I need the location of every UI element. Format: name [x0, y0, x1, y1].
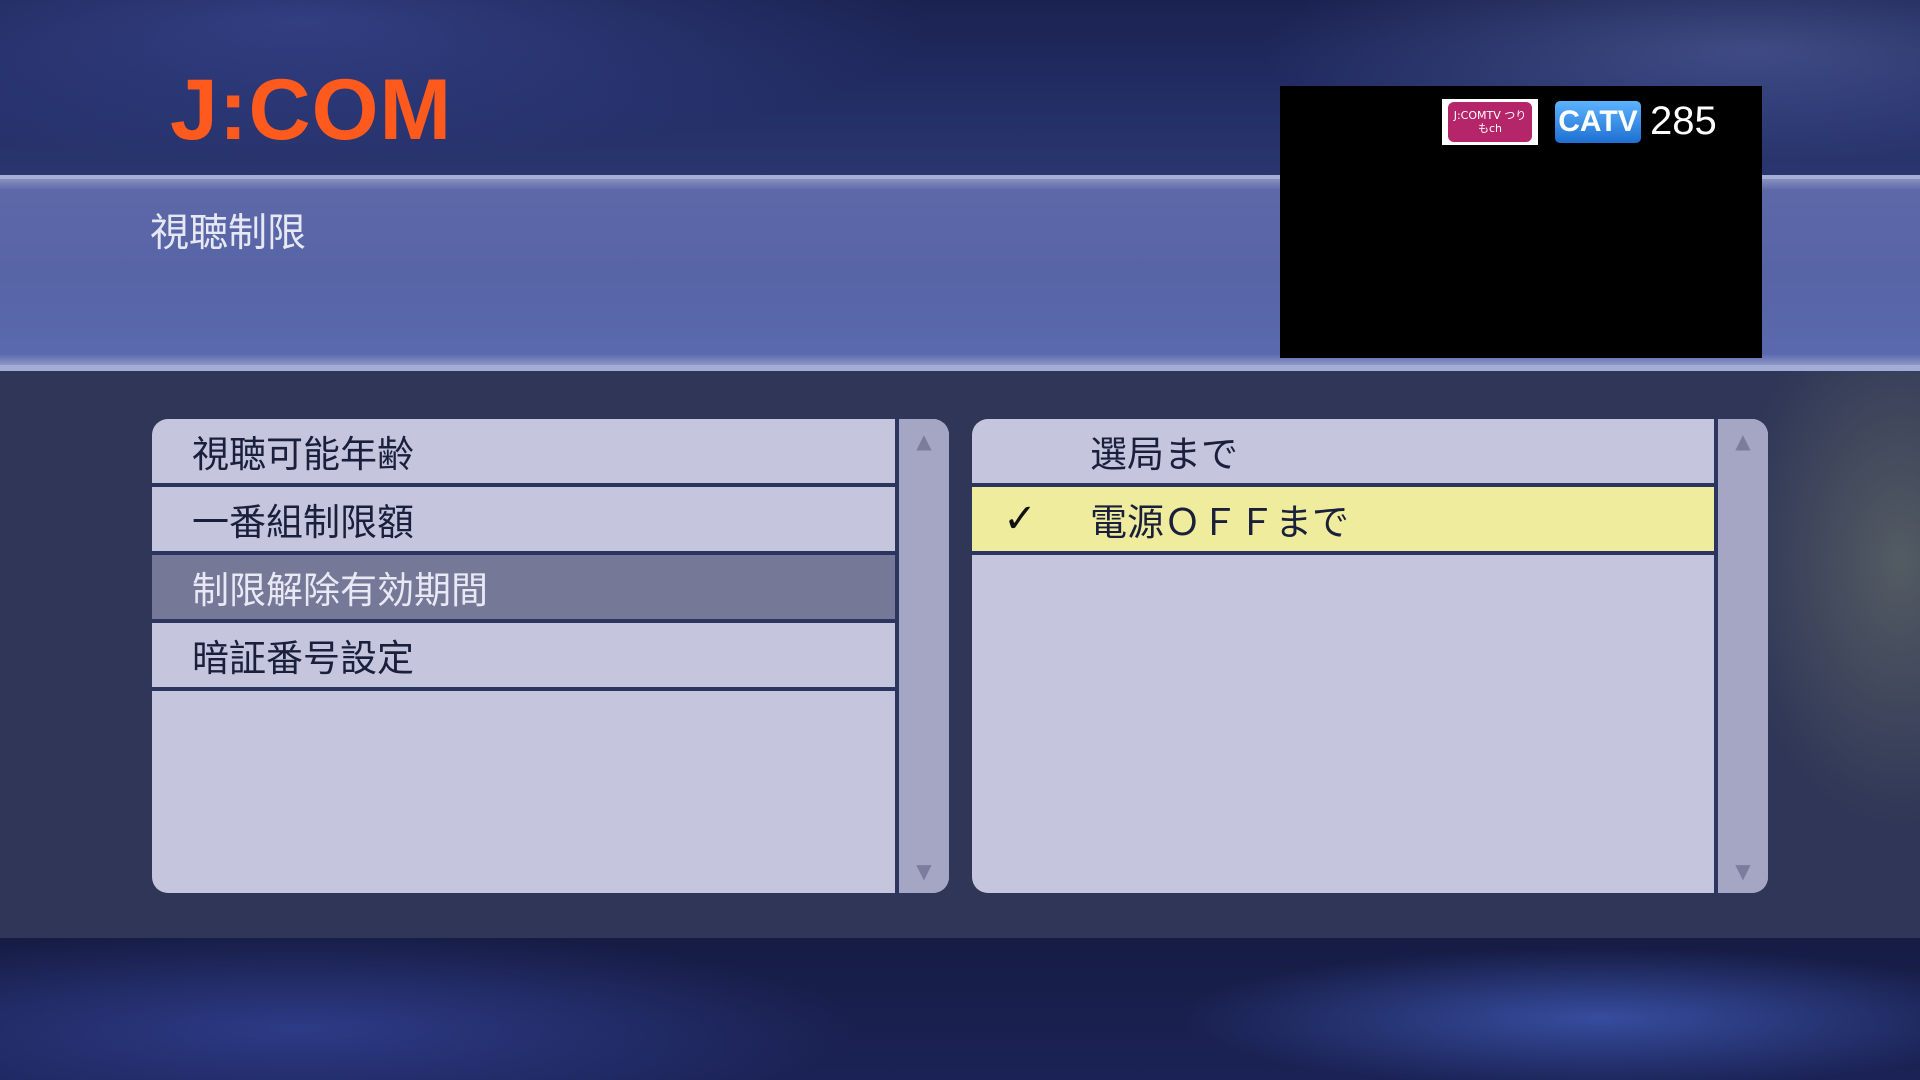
option-until-power-off[interactable]: ✓ 電源ＯＦＦまで	[972, 487, 1714, 555]
bottom-background	[0, 938, 1920, 1080]
menu-item-label: 暗証番号設定	[192, 637, 414, 680]
options-list: 選局まで ✓ 電源ＯＦＦまで	[972, 419, 1714, 893]
scroll-up-icon: ▲	[916, 429, 932, 453]
menu-item-pin-setting[interactable]: 暗証番号設定	[152, 623, 895, 691]
menu-item-viewable-age[interactable]: 視聴可能年齢	[152, 419, 895, 487]
scroll-down-icon: ▼	[916, 859, 932, 883]
jcom-logo: J:COM	[170, 62, 453, 158]
checkmark-icon: ✓	[1003, 496, 1037, 542]
menu-item-label: 視聴可能年齢	[192, 433, 414, 476]
channel-logo: J:COMTV つりもch	[1442, 99, 1538, 145]
scroll-down-icon: ▼	[1735, 859, 1751, 883]
left-scrollbar[interactable]: ▲ ▼	[895, 419, 949, 893]
option-label: 選局まで	[1090, 433, 1238, 476]
menu-item-label: 一番組制限額	[192, 501, 414, 544]
menu-item-program-limit[interactable]: 一番組制限額	[152, 487, 895, 555]
scroll-up-icon: ▲	[1735, 429, 1751, 453]
option-until-channel-change[interactable]: 選局まで	[972, 419, 1714, 487]
options-panel: 選局まで ✓ 電源ＯＦＦまで ▲ ▼	[972, 419, 1768, 893]
channel-logo-text: J:COMTV つりもch	[1448, 102, 1532, 142]
catv-badge: CATV	[1555, 101, 1641, 143]
page-title: 視聴制限	[150, 211, 307, 256]
right-scrollbar[interactable]: ▲ ▼	[1714, 419, 1768, 893]
option-label: 電源ＯＦＦまで	[1090, 501, 1349, 544]
settings-menu-panel: 視聴可能年齢 一番組制限額 制限解除有効期間 暗証番号設定 ▲ ▼	[152, 419, 949, 893]
tv-preview-window: J:COMTV つりもch CATV 285	[1280, 86, 1762, 358]
menu-item-unlock-period[interactable]: 制限解除有効期間	[152, 555, 895, 623]
menu-item-label: 制限解除有効期間	[192, 569, 488, 612]
settings-menu-list: 視聴可能年齢 一番組制限額 制限解除有効期間 暗証番号設定	[152, 419, 895, 893]
channel-number: 285	[1650, 99, 1717, 143]
